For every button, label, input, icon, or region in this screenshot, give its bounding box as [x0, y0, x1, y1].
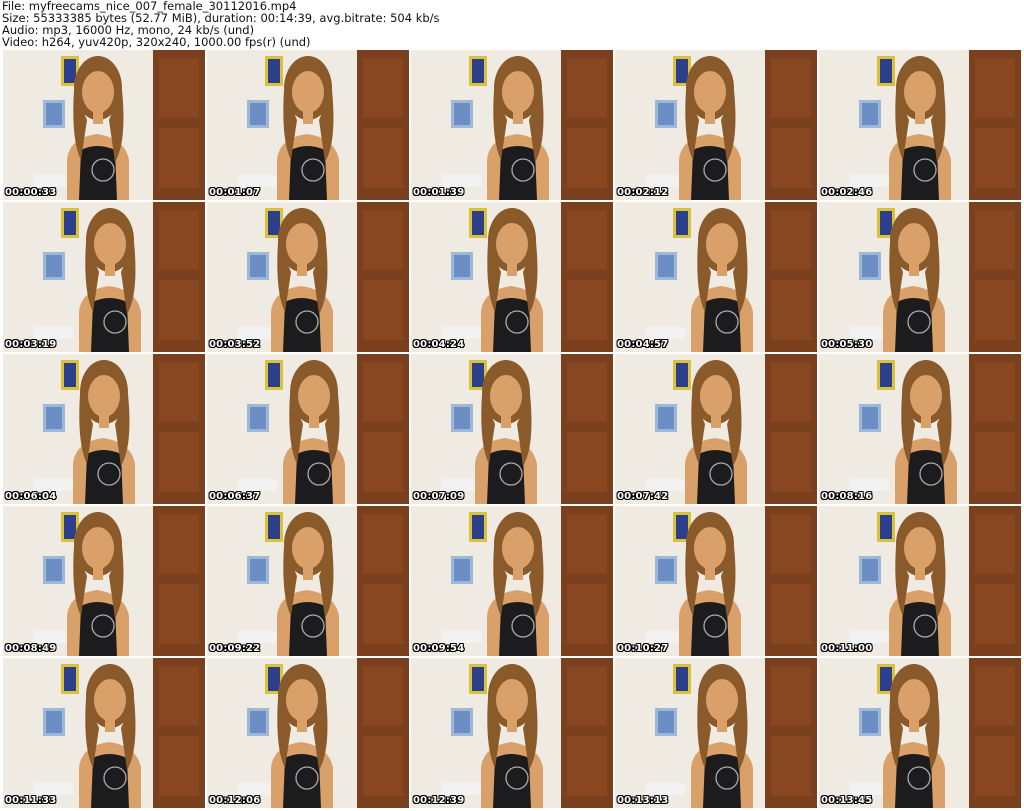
thumbnail-timestamp: 00:07:42	[617, 491, 669, 502]
thumbnail-grid: 00:00:33 00:01:07 00:01:39 00:02:12 00:02:46…	[3, 50, 1023, 810]
video-thumbnail: 00:01:39	[411, 50, 613, 200]
thumbnail-timestamp: 00:00:33	[5, 187, 57, 198]
frame-scene	[411, 658, 613, 808]
frame-scene	[207, 354, 409, 504]
frame-scene	[207, 658, 409, 808]
thumbnail-timestamp: 00:08:49	[5, 643, 57, 654]
thumbnail-timestamp: 00:12:39	[413, 795, 465, 806]
frame-scene	[819, 50, 1021, 200]
video-thumbnail: 00:07:42	[615, 354, 817, 504]
frame-scene	[819, 354, 1021, 504]
video-thumbnail: 00:13:13	[615, 658, 817, 808]
video-thumbnail: 00:00:33	[3, 50, 205, 200]
thumbnail-timestamp: 00:07:09	[413, 491, 465, 502]
frame-scene	[3, 506, 205, 656]
video-thumbnail: 00:04:24	[411, 202, 613, 352]
video-thumbnail: 00:01:07	[207, 50, 409, 200]
frame-scene	[207, 506, 409, 656]
video-thumbnail: 00:11:00	[819, 506, 1021, 656]
frame-scene	[819, 202, 1021, 352]
frame-scene	[615, 50, 817, 200]
frame-scene	[3, 658, 205, 808]
thumbnail-timestamp: 00:11:33	[5, 795, 57, 806]
frame-scene	[819, 506, 1021, 656]
frame-scene	[615, 506, 817, 656]
thumbnail-timestamp: 00:06:37	[209, 491, 261, 502]
thumbnail-timestamp: 00:02:46	[821, 187, 873, 198]
thumbnail-timestamp: 00:12:06	[209, 795, 261, 806]
video-thumbnail: 00:04:57	[615, 202, 817, 352]
frame-scene	[3, 202, 205, 352]
frame-scene	[615, 202, 817, 352]
thumbnail-timestamp: 00:01:39	[413, 187, 465, 198]
frame-scene	[3, 50, 205, 200]
video-thumbnail: 00:08:49	[3, 506, 205, 656]
thumbnail-timestamp: 00:02:12	[617, 187, 669, 198]
frame-scene	[207, 50, 409, 200]
video-thumbnail: 00:09:54	[411, 506, 613, 656]
thumbnail-timestamp: 00:08:16	[821, 491, 873, 502]
video-thumbnail: 00:06:37	[207, 354, 409, 504]
video-thumbnail: 00:08:16	[819, 354, 1021, 504]
thumbnail-timestamp: 00:09:22	[209, 643, 261, 654]
frame-scene	[411, 506, 613, 656]
video-thumbnail: 00:06:04	[3, 354, 205, 504]
thumbnail-timestamp: 00:09:54	[413, 643, 465, 654]
frame-scene	[819, 658, 1021, 808]
thumbnail-timestamp: 00:01:07	[209, 187, 261, 198]
thumbnail-timestamp: 00:04:57	[617, 339, 669, 350]
video-thumbnail: 00:10:27	[615, 506, 817, 656]
thumbnail-timestamp: 00:13:45	[821, 795, 873, 806]
frame-scene	[615, 354, 817, 504]
frame-scene	[207, 202, 409, 352]
video-thumbnail: 00:03:52	[207, 202, 409, 352]
video-info-line: Video: h264, yuv420p, 320x240, 1000.00 f…	[2, 35, 311, 49]
frame-scene	[615, 658, 817, 808]
frame-scene	[3, 354, 205, 504]
video-thumbnail: 00:07:09	[411, 354, 613, 504]
video-thumbnail: 00:12:39	[411, 658, 613, 808]
thumbnail-timestamp: 00:03:52	[209, 339, 261, 350]
video-thumbnail: 00:02:46	[819, 50, 1021, 200]
frame-scene	[411, 354, 613, 504]
thumbnail-timestamp: 00:05:30	[821, 339, 873, 350]
thumbnail-timestamp: 00:06:04	[5, 491, 57, 502]
thumbnail-timestamp: 00:04:24	[413, 339, 465, 350]
video-thumbnail: 00:12:06	[207, 658, 409, 808]
thumbnail-timestamp: 00:13:13	[617, 795, 669, 806]
video-thumbnail: 00:03:19	[3, 202, 205, 352]
video-info-header: File: myfreecams_nice_007_female_3011201…	[2, 0, 1022, 48]
video-thumbnail: 00:05:30	[819, 202, 1021, 352]
video-thumbnail: 00:11:33	[3, 658, 205, 808]
video-thumbnail: 00:13:45	[819, 658, 1021, 808]
video-thumbnail: 00:02:12	[615, 50, 817, 200]
frame-scene	[411, 202, 613, 352]
thumbnail-timestamp: 00:03:19	[5, 339, 57, 350]
thumbnail-timestamp: 00:11:00	[821, 643, 873, 654]
thumbnail-timestamp: 00:10:27	[617, 643, 669, 654]
video-thumbnail: 00:09:22	[207, 506, 409, 656]
frame-scene	[411, 50, 613, 200]
